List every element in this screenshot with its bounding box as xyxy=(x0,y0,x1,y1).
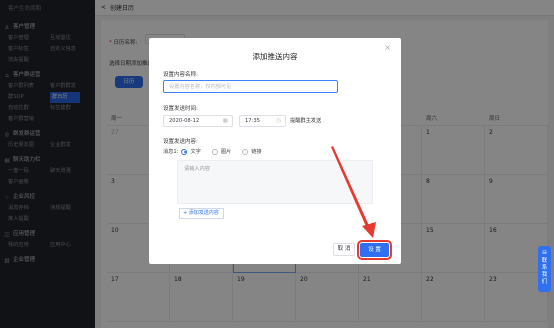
annotation-arrow xyxy=(331,146,376,238)
annotation-arrow-shaft xyxy=(331,146,371,231)
annotation-arrow-head xyxy=(362,222,376,238)
